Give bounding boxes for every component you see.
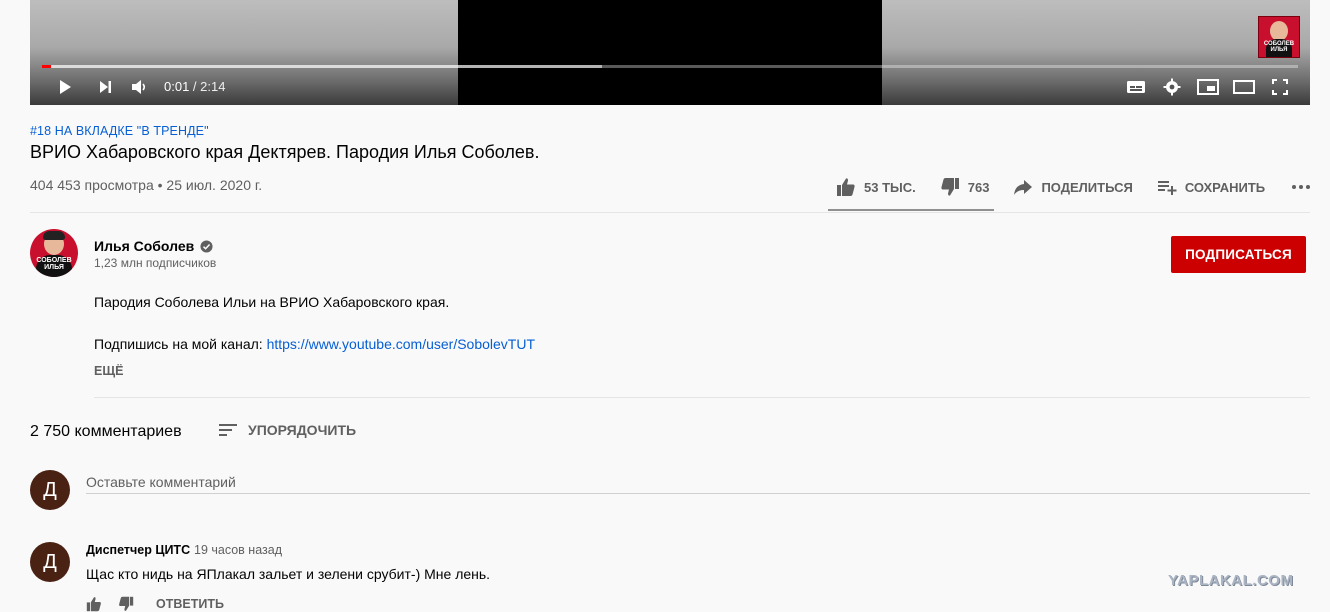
dislike-count: 763 <box>967 179 990 195</box>
share-label: ПОДЕЛИТЬСЯ <box>1041 179 1133 195</box>
progress-played <box>42 65 51 68</box>
avatar-text: СОБОЛЕВ ИЛЬЯ <box>36 257 72 271</box>
settings-button[interactable] <box>1159 74 1185 100</box>
volume-icon <box>132 80 146 94</box>
fullscreen-icon <box>1272 79 1288 95</box>
share-icon <box>1014 180 1033 195</box>
progress-buffered <box>42 65 602 68</box>
description-prefix: Подпишись на мой канал: <box>94 336 267 352</box>
play-button[interactable] <box>52 74 78 100</box>
channel-link[interactable]: https://www.youtube.com/user/SobolevTUT <box>267 336 535 352</box>
site-watermark: YAPLAKAL.COM <box>1168 572 1294 589</box>
like-button[interactable]: 53 ТЫС. <box>836 170 916 204</box>
time-current: 0:01 <box>164 79 190 94</box>
comment-author[interactable]: Диспетчер ЦИТС <box>86 543 190 557</box>
show-more-button[interactable]: ЕЩЁ <box>94 364 123 378</box>
subscriber-count: 1,23 млн подписчиков <box>94 256 217 270</box>
channel-name-text: Илья Соболев <box>94 238 195 254</box>
save-button[interactable]: СОХРАНИТЬ <box>1157 170 1265 204</box>
more-horizontal-icon <box>1292 185 1311 189</box>
video-player[interactable]: СОБОЛЕВ ИЛЬЯ 0:01 / 2:14 <box>30 0 1310 105</box>
subtitles-icon <box>1127 81 1145 93</box>
playlist-add-icon <box>1157 181 1177 195</box>
comment-time[interactable]: 19 часов назад <box>194 543 282 557</box>
dislike-button[interactable]: 763 <box>940 170 990 204</box>
settings-icon <box>1163 78 1181 96</box>
mute-button[interactable] <box>126 74 152 100</box>
fullscreen-button[interactable] <box>1267 74 1293 100</box>
miniplayer-icon <box>1197 79 1219 95</box>
like-dislike-bar <box>828 209 994 211</box>
channel-avatar[interactable]: СОБОЛЕВ ИЛЬЯ <box>30 229 78 277</box>
thumbs-down-icon <box>941 178 959 196</box>
comment-input[interactable] <box>86 471 1310 494</box>
current-user-avatar: Д <box>30 470 70 510</box>
video-title: ВРИО Хабаровского края Дектярев. Пародия… <box>30 142 540 162</box>
trending-hashtag-link[interactable]: #18 НА ВКЛАДКЕ "В ТРЕНДЕ" <box>30 124 209 138</box>
comment-text: Щас кто нидь на ЯПлакал зальет и зелени … <box>86 566 491 582</box>
divider <box>30 212 1310 213</box>
comment-author-avatar[interactable]: Д <box>30 542 70 582</box>
description-line: Пародия Соболева Ильи на ВРИО Хабаровско… <box>94 294 450 310</box>
comments-count: 2 750 комментариев <box>30 423 182 440</box>
like-count: 53 ТЫС. <box>864 179 916 195</box>
reply-button[interactable]: ОТВЕТИТЬ <box>156 597 224 611</box>
sort-comments-button[interactable]: УПОРЯДОЧИТЬ <box>218 422 356 438</box>
next-icon <box>100 81 111 93</box>
thumbs-up-icon <box>837 178 855 196</box>
thumbnail-text: СОБОЛЕВ ИЛЬЯ <box>1263 41 1295 53</box>
miniplayer-button[interactable] <box>1195 74 1221 100</box>
time-display: 0:01 / 2:14 <box>164 79 225 94</box>
video-meta: 404 453 просмотра • 25 июл. 2020 г. <box>30 177 263 193</box>
sort-icon <box>219 424 237 436</box>
share-button[interactable]: ПОДЕЛИТЬСЯ <box>1013 170 1133 204</box>
channel-watermark-thumbnail[interactable]: СОБОЛЕВ ИЛЬЯ <box>1258 16 1300 58</box>
subtitles-button[interactable] <box>1123 74 1149 100</box>
channel-name[interactable]: Илья Соболев <box>94 238 213 254</box>
description-subscribe-line: Подпишись на мой канал: https://www.yout… <box>94 336 535 352</box>
divider <box>94 397 1310 398</box>
save-label: СОХРАНИТЬ <box>1184 179 1266 195</box>
more-actions-button[interactable] <box>1291 170 1319 204</box>
sort-label: УПОРЯДОЧИТЬ <box>248 422 357 438</box>
next-button[interactable] <box>92 74 118 100</box>
like-ratio-fill <box>828 209 992 211</box>
verified-icon <box>200 239 213 253</box>
theater-icon <box>1233 80 1255 94</box>
time-separator: / <box>189 79 201 94</box>
play-icon <box>60 80 71 94</box>
time-total: 2:14 <box>200 79 226 94</box>
theater-mode-button[interactable] <box>1231 74 1257 100</box>
video-actions: 53 ТЫС. 763 ПОДЕЛИТЬСЯ СОХРАНИТЬ <box>828 170 1319 204</box>
video-frame <box>458 0 882 105</box>
subscribe-button[interactable]: ПОДПИСАТЬСЯ <box>1171 236 1306 273</box>
